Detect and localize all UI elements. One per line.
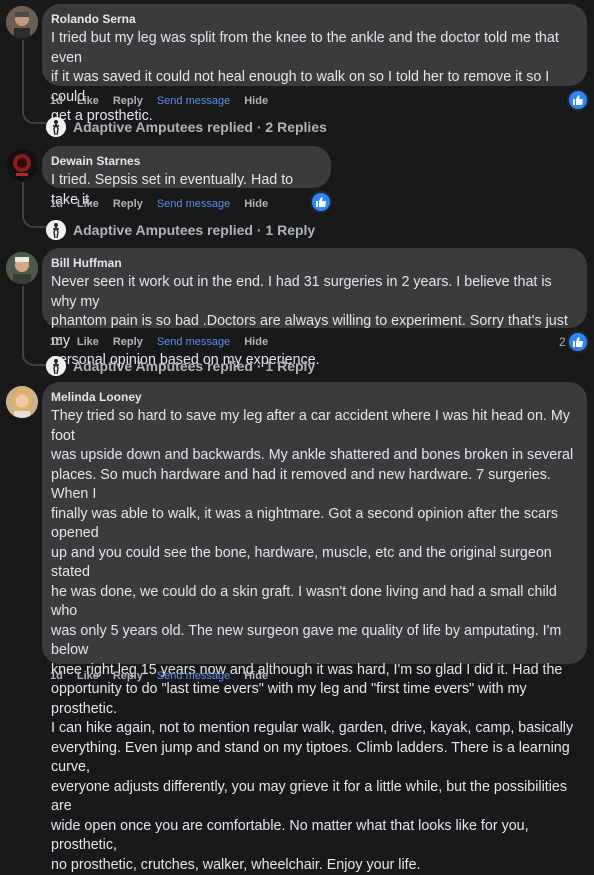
adaptive-amputees-logo xyxy=(46,117,66,137)
thread-curve xyxy=(22,108,46,124)
thumbs-up-icon[interactable] xyxy=(567,331,589,353)
comment-author[interactable]: Rolando Serna xyxy=(51,12,575,27)
thread-curve xyxy=(22,212,46,228)
hide-button[interactable]: Hide xyxy=(244,198,268,210)
comment-text: I tried but my leg was split from the kn… xyxy=(51,30,559,124)
comment-actions: 1d Like Reply Send message Hide xyxy=(50,669,282,683)
hide-button[interactable]: Hide xyxy=(244,670,268,682)
reply-button[interactable]: Reply xyxy=(113,336,143,348)
adaptive-amputees-logo xyxy=(46,356,66,376)
avatar[interactable] xyxy=(6,149,38,181)
send-message-button[interactable]: Send message xyxy=(157,198,230,210)
avatar[interactable] xyxy=(6,6,38,38)
comment-time[interactable]: 1d xyxy=(50,198,63,210)
comment-time[interactable]: 1d xyxy=(50,336,63,348)
comment-actions: 1d Like Reply Send message Hide xyxy=(50,197,282,211)
comment-bubble: Bill Huffman Never seen it work out in t… xyxy=(42,248,587,368)
send-message-button[interactable]: Send message xyxy=(157,95,230,107)
thread-line xyxy=(22,40,24,110)
comment-text: They tried so hard to save my leg after … xyxy=(51,408,574,873)
like-button[interactable]: Like xyxy=(77,198,99,210)
like-button[interactable]: Like xyxy=(77,95,99,107)
comment-bubble: Rolando Serna I tried but my leg was spl… xyxy=(42,4,587,124)
send-message-button[interactable]: Send message xyxy=(157,670,230,682)
comment-time[interactable]: 1d xyxy=(50,95,63,107)
like-button[interactable]: Like xyxy=(77,670,99,682)
avatar[interactable] xyxy=(6,252,38,284)
adaptive-amputees-logo xyxy=(46,220,66,240)
reply-thread-label[interactable]: Adaptive Amputees replied · 1 Reply xyxy=(73,358,315,374)
reaction-count[interactable]: 2 xyxy=(559,335,566,349)
thread-line xyxy=(22,182,24,214)
comment-author[interactable]: Dewain Starnes xyxy=(51,154,319,169)
hide-button[interactable]: Hide xyxy=(244,95,268,107)
thread-line xyxy=(22,286,24,352)
avatar[interactable] xyxy=(6,386,38,418)
thread-curve xyxy=(22,350,46,366)
reply-thread-label[interactable]: Adaptive Amputees replied · 1 Reply xyxy=(73,222,315,238)
send-message-button[interactable]: Send message xyxy=(157,336,230,348)
comment-bubble: Melinda Looney They tried so hard to sav… xyxy=(42,382,587,873)
comment-actions: 1d Like Reply Send message Hide xyxy=(50,335,282,349)
hide-button[interactable]: Hide xyxy=(244,336,268,348)
comment-bubble: Dewain Starnes I tried. Sepsis set in ev… xyxy=(42,146,331,208)
thumbs-up-icon[interactable] xyxy=(567,89,589,111)
like-button[interactable]: Like xyxy=(77,336,99,348)
comment-author[interactable]: Melinda Looney xyxy=(51,390,575,405)
comment-actions: 1d Like Reply Send message Hide xyxy=(50,94,282,108)
comment-text: Never seen it work out in the end. I had… xyxy=(51,274,568,368)
comment-author[interactable]: Bill Huffman xyxy=(51,256,575,271)
comment-time[interactable]: 1d xyxy=(50,670,63,682)
reply-thread-label[interactable]: Adaptive Amputees replied · 2 Replies xyxy=(73,119,327,135)
reply-button[interactable]: Reply xyxy=(113,95,143,107)
reply-button[interactable]: Reply xyxy=(113,198,143,210)
thumbs-up-icon[interactable] xyxy=(310,191,332,213)
reply-button[interactable]: Reply xyxy=(113,670,143,682)
